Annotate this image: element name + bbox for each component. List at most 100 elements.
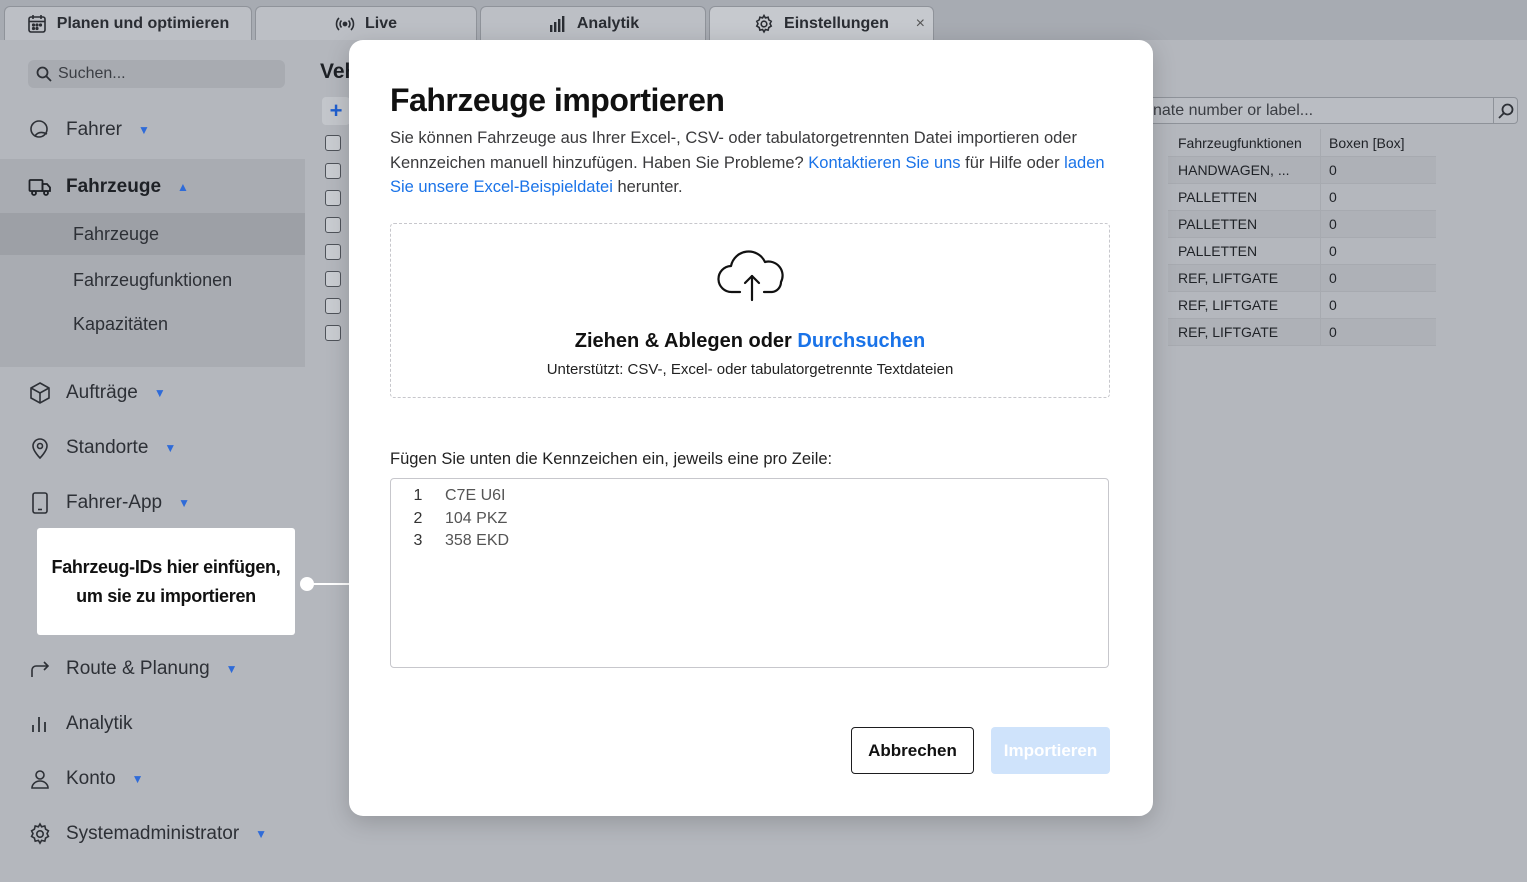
table-cell: REF, LIFTGATE <box>1178 270 1279 286</box>
sidebar-item-auftraege[interactable]: Aufträge ▼ <box>28 381 166 405</box>
editor-line: 3 358 EKD <box>391 530 1108 553</box>
dropzone-subtitle: Unterstützt: CSV-, Excel- oder tabulator… <box>546 361 954 378</box>
bar-chart-icon <box>549 15 565 32</box>
tab-einstellungen[interactable]: Einstellungen × <box>709 6 934 40</box>
tab-label: Einstellungen <box>784 14 889 32</box>
vehicle-search-placeholder: nate number or label... <box>1153 101 1314 119</box>
row-checkbox[interactable] <box>325 190 341 206</box>
callout-line: um sie zu importieren <box>76 585 256 606</box>
column-header[interactable]: Fahrzeugfunktionen <box>1168 135 1320 151</box>
chevron-down-icon: ▼ <box>131 772 144 786</box>
browse-link[interactable]: Durchsuchen <box>797 330 925 352</box>
table-row[interactable]: PALLETTEN 0 <box>1168 211 1436 238</box>
chevron-down-icon: ▼ <box>164 441 177 455</box>
sidebar-item-label: Aufträge <box>66 382 138 403</box>
bar-chart-icon <box>32 717 46 732</box>
line-number: 2 <box>413 509 423 527</box>
sidebar-item-systemadministrator[interactable]: Systemadministrator ▼ <box>28 822 267 846</box>
modal-description: Sie können Fahrzeuge aus Ihrer Excel-, C… <box>390 126 1120 200</box>
sidebar-subitem-fahrzeuge[interactable]: Fahrzeuge <box>0 213 305 255</box>
tab-label: Analytik <box>576 14 640 32</box>
sidebar-item-route[interactable]: Route & Planung ▼ <box>28 657 238 681</box>
tab-analytik[interactable]: Analytik <box>480 6 706 40</box>
sidebar-item-label: Konto <box>66 768 116 789</box>
search-icon[interactable] <box>1493 98 1517 123</box>
row-checkbox[interactable] <box>325 135 341 151</box>
sidebar-item-label: Fahrer-App <box>66 492 163 513</box>
table-row[interactable]: REF, LIFTGATE 0 <box>1168 292 1436 319</box>
sidebar-subitem-kapazitaeten[interactable]: Kapazitäten <box>0 303 305 345</box>
chevron-up-icon: ▲ <box>177 180 189 194</box>
sidebar-item-label: Fahrer <box>66 119 122 140</box>
search-input[interactable] <box>58 65 278 83</box>
location-pin-icon <box>32 438 48 460</box>
table-cell: REF, LIFTGATE <box>1178 324 1279 340</box>
sidebar-item-standorte[interactable]: Standorte ▼ <box>28 436 176 460</box>
add-vehicle-button[interactable]: + <box>322 97 350 125</box>
vehicle-search[interactable]: nate number or label... <box>1140 97 1518 124</box>
import-button[interactable]: Importieren <box>991 727 1110 774</box>
row-checkbox[interactable] <box>325 217 341 233</box>
row-checkbox[interactable] <box>325 163 341 179</box>
broadcast-icon <box>335 16 355 31</box>
cancel-button[interactable]: Abbrechen <box>851 727 974 774</box>
contact-link[interactable]: Kontaktieren Sie uns <box>808 154 960 172</box>
sidebar-item-label: Route & Planung <box>66 658 210 679</box>
truck-icon <box>28 179 51 196</box>
column-header[interactable]: Boxen [Box] <box>1320 129 1436 156</box>
callout-line: Fahrzeug-IDs hier einfügen, <box>51 556 281 577</box>
table-cell: HANDWAGEN, ... <box>1178 162 1290 178</box>
table-cell: PALLETTEN <box>1178 189 1258 205</box>
table-cell: 0 <box>1320 265 1436 291</box>
callout-dot <box>300 577 314 591</box>
modal-title: Fahrzeuge importieren <box>390 82 725 118</box>
tab-label: Planen und optimieren <box>56 14 230 32</box>
table-cell: PALLETTEN <box>1178 243 1258 259</box>
tab-bar: Planen und optimieren Live Analytik Eins… <box>0 0 1527 40</box>
table-cell: 0 <box>1320 157 1436 183</box>
row-checkbox[interactable] <box>325 271 341 287</box>
chevron-down-icon: ▼ <box>225 662 238 676</box>
search-icon <box>36 66 52 82</box>
table-cell: 0 <box>1320 238 1436 264</box>
sidebar-item-fahrer[interactable]: Fahrer ▼ <box>28 118 150 142</box>
row-checkbox[interactable] <box>325 325 341 341</box>
sidebar-item-analytik[interactable]: Analytik <box>28 712 133 736</box>
line-text: 104 PKZ <box>445 509 508 527</box>
table-cell: 0 <box>1320 184 1436 210</box>
table-row[interactable]: REF, LIFTGATE 0 <box>1168 319 1436 346</box>
table-cell: 0 <box>1320 319 1436 345</box>
import-vehicles-modal: Fahrzeuge importieren Sie können Fahrzeu… <box>349 40 1153 816</box>
gear-icon <box>30 822 50 845</box>
sidebar-subitem-fahrzeugfunktionen[interactable]: Fahrzeugfunktionen <box>0 259 305 301</box>
sidebar-item-fahrzeuge[interactable]: Fahrzeuge ▲ <box>28 175 189 199</box>
sidebar-item-label: Fahrzeuge <box>66 176 162 197</box>
license-plate-textarea[interactable]: 1 C7E U6I 2 104 PKZ 3 358 EKD <box>390 478 1109 668</box>
hint-callout: Fahrzeug-IDs hier einfügen, um sie zu im… <box>37 528 295 635</box>
route-arrow-icon <box>31 661 50 677</box>
line-text: 358 EKD <box>445 532 510 550</box>
user-icon <box>31 770 49 789</box>
close-tab-icon[interactable]: × <box>916 15 925 33</box>
table-row[interactable]: REF, LIFTGATE 0 <box>1168 265 1436 292</box>
sidebar-item-fahrer-app[interactable]: Fahrer-App ▼ <box>28 491 190 515</box>
row-checkbox[interactable] <box>325 244 341 260</box>
table-cell: 0 <box>1320 292 1436 318</box>
tab-label: Live <box>364 14 397 32</box>
calendar-icon <box>27 14 46 33</box>
chevron-down-icon: ▼ <box>178 496 190 510</box>
chevron-down-icon: ▼ <box>153 386 166 400</box>
sidebar-item-konto[interactable]: Konto ▼ <box>28 767 144 791</box>
tab-planen[interactable]: Planen und optimieren <box>4 6 252 40</box>
file-dropzone[interactable]: Ziehen & Ablegen oder Durchsuchen Unters… <box>390 223 1110 398</box>
row-checkbox[interactable] <box>325 298 341 314</box>
table-row[interactable]: HANDWAGEN, ... 0 <box>1168 157 1436 184</box>
table-row[interactable]: PALLETTEN 0 <box>1168 238 1436 265</box>
sidebar-search[interactable] <box>28 60 285 88</box>
tab-live[interactable]: Live <box>255 6 477 40</box>
sidebar-item-label: Systemadministrator <box>66 823 240 844</box>
table-row[interactable]: PALLETTEN 0 <box>1168 184 1436 211</box>
callout-connector <box>312 583 350 585</box>
table-header: Fahrzeugfunktionen Boxen [Box] <box>1168 129 1436 157</box>
table-cell: REF, LIFTGATE <box>1178 297 1279 313</box>
